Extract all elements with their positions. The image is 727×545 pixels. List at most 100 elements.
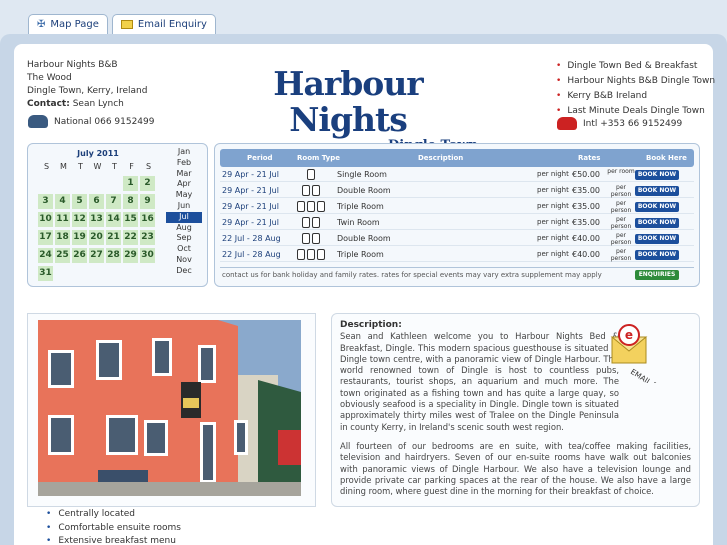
calendar-day[interactable]: 22 (123, 230, 138, 245)
calendar-day[interactable]: 3 (38, 194, 53, 209)
calendar-day[interactable]: 20 (89, 230, 104, 245)
rate-period: 22 Jul - 28 Aug (222, 250, 281, 259)
book-now-button[interactable]: BOOK NOW (635, 218, 679, 228)
calendar-day[interactable]: 14 (106, 212, 121, 227)
calendar-day[interactable]: 4 (55, 194, 70, 209)
person-icon (302, 217, 310, 228)
rate-description: Single Room (337, 170, 387, 179)
tab-map-page[interactable]: ✠ Map Page (28, 14, 108, 34)
rates-note-text: contact us for bank holiday and family r… (222, 271, 602, 279)
rate-unit: per night (537, 218, 569, 226)
address-line-2: The Wood (27, 73, 72, 83)
person-icon (302, 233, 310, 244)
weekday-label: F (129, 162, 134, 171)
calendar-day[interactable]: 13 (89, 212, 104, 227)
calendar-day[interactable]: 2 (140, 176, 155, 191)
calendar-day[interactable]: 24 (38, 248, 53, 263)
calendar-day[interactable]: 18 (55, 230, 70, 245)
phone-intl-text: Intl +353 66 9152499 (583, 118, 683, 129)
logo-title: Harbour Nights (273, 64, 423, 139)
calendar-day[interactable]: 12 (72, 212, 87, 227)
book-now-button[interactable]: BOOK NOW (635, 170, 679, 180)
calendar-day[interactable]: 16 (140, 212, 155, 227)
month-item[interactable]: Apr (166, 179, 202, 190)
calendar-day[interactable]: 31 (38, 266, 53, 281)
person-icon (312, 217, 320, 228)
rate-per: per person (610, 200, 632, 214)
top-tabs: ✠ Map Page Email Enquiry (28, 14, 216, 34)
rate-description: Triple Room (337, 250, 384, 259)
phone-intl: Intl +353 66 9152499 (557, 117, 682, 130)
calendar-day[interactable]: 23 (140, 230, 155, 245)
calendar-day[interactable]: 25 (55, 248, 70, 263)
calendar-empty (106, 176, 121, 191)
calendar-empty (55, 176, 70, 191)
month-item[interactable]: May (166, 190, 202, 201)
top-links: Dingle Town Bed & Breakfast Harbour Nigh… (556, 59, 715, 119)
calendar-day[interactable]: 11 (55, 212, 70, 227)
month-item[interactable]: Feb (166, 158, 202, 169)
calendar-day[interactable]: 8 (123, 194, 138, 209)
calendar-day[interactable]: 15 (123, 212, 138, 227)
calendar-day[interactable]: 5 (72, 194, 87, 209)
calendar-day[interactable]: 30 (140, 248, 155, 263)
enquiries-button[interactable]: ENQUIRIES (635, 270, 679, 280)
calendar-day[interactable]: 19 (72, 230, 87, 245)
link-kerry-bnb[interactable]: Kerry B&B Ireland (556, 89, 715, 104)
telephone-icon (28, 115, 48, 128)
envelope-icon (120, 20, 133, 29)
month-item[interactable]: Nov (166, 255, 202, 266)
calendar-day[interactable]: 10 (38, 212, 53, 227)
tab-map-label: Map Page (50, 19, 99, 30)
map-icon: ✠ (37, 19, 46, 30)
rate-unit: per night (537, 250, 569, 258)
person-icon (312, 233, 320, 244)
calendar-day[interactable]: 6 (89, 194, 104, 209)
availability-calendar: July 2011 SMTWTFS 1 2 3 4 5 6 7 8 9 10 11 12 13 14 15 1… (27, 143, 208, 287)
weekday-label: S (43, 162, 50, 171)
calendar-day[interactable]: 7 (106, 194, 121, 209)
calendar-empty (38, 176, 53, 191)
rate-row: 22 Jul - 28 Aug Double Room per night €40.0… (220, 232, 694, 246)
link-dingle-bnb[interactable]: Dingle Town Bed & Breakfast (556, 59, 715, 74)
calendar-day[interactable]: 29 (123, 248, 138, 263)
header-book: Book Here (646, 154, 687, 162)
calendar-day[interactable]: 21 (106, 230, 121, 245)
rate-unit: per night (537, 170, 569, 178)
month-item[interactable]: Dec (166, 266, 202, 277)
rate-price: €35.00 (572, 202, 600, 211)
calendar-day[interactable]: 9 (140, 194, 155, 209)
calendar-day[interactable]: 27 (89, 248, 104, 263)
rate-unit: per night (537, 186, 569, 194)
book-now-button[interactable]: BOOK NOW (635, 234, 679, 244)
email-badge-label: EMAIL ENQUIRIES (629, 367, 690, 383)
site-logo[interactable]: Harbour Nights Dingle Town (212, 64, 484, 154)
book-now-button[interactable]: BOOK NOW (635, 202, 679, 212)
calendar-day[interactable]: 17 (38, 230, 53, 245)
month-item[interactable]: Mar (166, 169, 202, 180)
rate-period: 29 Apr - 21 Jul (222, 218, 279, 227)
photo-box (27, 313, 316, 507)
tab-email-enquiry[interactable]: Email Enquiry (111, 14, 216, 34)
rate-price: €40.00 (572, 250, 600, 259)
calendar-day[interactable]: 28 (106, 248, 121, 263)
feature-list: Centrally located Comfortable ensuite ro… (56, 508, 181, 545)
month-item[interactable]: Oct (166, 244, 202, 255)
room-type-icons (302, 233, 320, 244)
month-item[interactable]: Sep (166, 233, 202, 244)
calendar-day[interactable]: 26 (72, 248, 87, 263)
month-item[interactable]: Aug (166, 223, 202, 234)
email-enquiries-badge[interactable]: e EMAIL ENQUIRIES (610, 323, 690, 410)
link-harbour-nights[interactable]: Harbour Nights B&B Dingle Town (556, 74, 715, 89)
book-now-button[interactable]: BOOK NOW (635, 250, 679, 260)
month-item[interactable]: Jul (166, 211, 202, 223)
calendar-day[interactable]: 1 (123, 176, 138, 191)
rate-per: per person (610, 184, 632, 198)
email-badge-letter: e (625, 328, 633, 342)
book-now-button[interactable]: BOOK NOW (635, 186, 679, 196)
month-item[interactable]: Jun (166, 201, 202, 212)
rate-price: €50.00 (572, 170, 600, 179)
weekday-label: M (60, 162, 67, 171)
month-item[interactable]: Jan (166, 147, 202, 158)
rate-period: 29 Apr - 21 Jul (222, 170, 279, 179)
